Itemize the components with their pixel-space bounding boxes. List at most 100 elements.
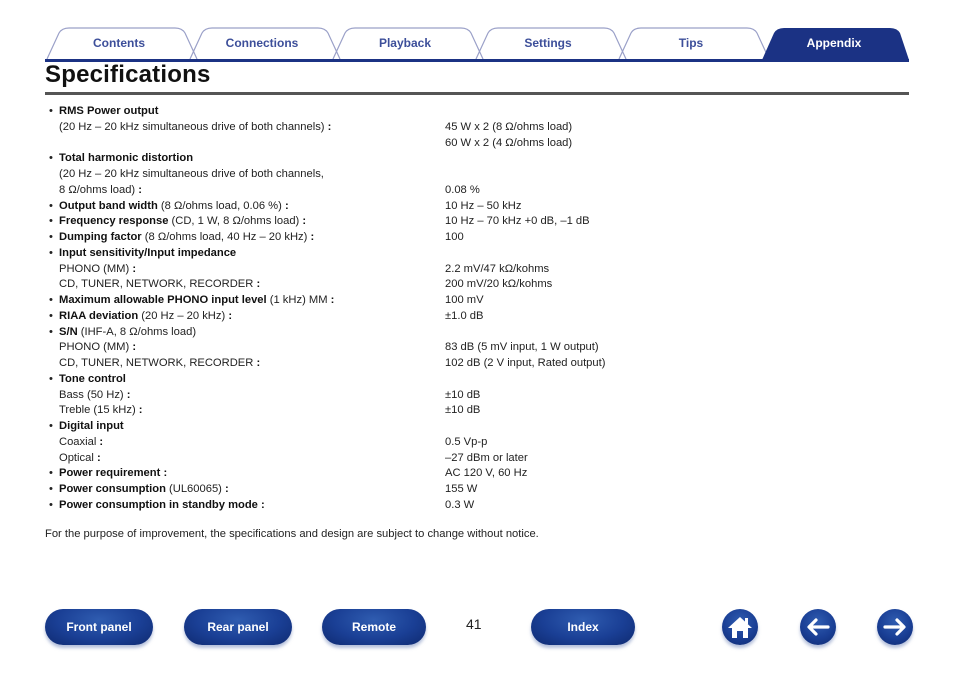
- bullet-icon: •: [49, 420, 53, 432]
- colon: :: [138, 183, 142, 196]
- colon: :: [228, 309, 233, 322]
- spec-sublabel: PHONO (MM) :: [59, 341, 137, 354]
- tab-settings[interactable]: Settings: [484, 27, 612, 59]
- front-panel-button[interactable]: Front panel: [45, 609, 153, 645]
- spec-value: 60 W x 2 (4 Ω/ohms load): [445, 136, 573, 149]
- spec-label: Treble (15 kHz) :: [49, 403, 445, 419]
- spec-name: Maximum allowable PHONO input level: [59, 294, 267, 306]
- spec-row: • Dumping factor (8 Ω/ohms load, 40 Hz – …: [49, 230, 749, 246]
- spec-label: CD, TUNER, NETWORK, RECORDER :: [49, 277, 445, 293]
- spec-row: • Tone control: [49, 372, 749, 388]
- spec-row: • RIAA deviation (20 Hz – 20 kHz) : ±1.0 d…: [49, 309, 749, 325]
- spec-value: 10 Hz – 50 kHz: [445, 199, 522, 212]
- bullet-icon: •: [49, 105, 53, 117]
- bullet-icon: •: [49, 152, 53, 165]
- colon: :: [256, 357, 261, 369]
- colon: :: [132, 341, 137, 354]
- tab-contents[interactable]: Contents: [55, 27, 183, 59]
- spec-sublabel: CD, TUNER, NETWORK, RECORDER :: [59, 357, 261, 369]
- spec-condition: (8 Ω/ohms load, 40 Hz – 20 kHz) :: [141, 231, 315, 243]
- back-button[interactable]: [800, 609, 836, 645]
- spec-value: ±10 dB: [445, 404, 481, 417]
- spec-row: • Digital input: [49, 419, 749, 435]
- rear-panel-button[interactable]: Rear panel: [184, 609, 292, 645]
- spec-label: • Maximum allowable PHONO input level (1 …: [49, 293, 445, 309]
- spec-row: • Power requirement : AC 120 V, 60 Hz: [49, 466, 749, 482]
- colon: :: [99, 435, 104, 448]
- spec-label: [49, 136, 445, 152]
- spec-value: 83 dB (5 mV input, 1 W output): [445, 341, 599, 354]
- spec-row: Bass (50 Hz) : ±10 dB: [49, 388, 749, 404]
- spec-sublabel: (20 Hz – 20 kHz simultaneous drive of bo…: [59, 168, 324, 180]
- index-button[interactable]: Index: [531, 609, 635, 645]
- spec-label: CD, TUNER, NETWORK, RECORDER :: [49, 356, 445, 372]
- tab-bar: Contents Connections Playback Settings T…: [45, 27, 909, 62]
- spec-condition: (IHF-A, 8 Ω/ohms load): [77, 325, 197, 338]
- spec-name: S/N: [59, 325, 78, 338]
- spec-value: 100 mV: [445, 294, 484, 306]
- colon: :: [132, 262, 137, 275]
- spec-name: Total harmonic distortion: [59, 152, 194, 165]
- colon: :: [327, 120, 332, 133]
- colon: :: [330, 294, 335, 306]
- spec-sublabel: Optical :: [59, 451, 101, 464]
- spec-row: • Frequency response (CD, 1 W, 8 Ω/ohms l…: [49, 214, 749, 230]
- spec-label: Optical :: [49, 451, 445, 467]
- spec-value: 0.5 Vp-p: [445, 435, 488, 448]
- spec-value: 100: [445, 231, 464, 243]
- spec-label: • Dumping factor (8 Ω/ohms load, 40 Hz – …: [49, 230, 445, 246]
- tab-tips[interactable]: Tips: [627, 27, 755, 59]
- spec-name: Power requirement :: [59, 467, 168, 480]
- spec-sublabel: CD, TUNER, NETWORK, RECORDER :: [59, 278, 261, 291]
- spec-row: Optical : –27 dBm or later: [49, 451, 749, 467]
- spec-name: Dumping factor: [59, 231, 142, 243]
- spec-label: PHONO (MM) :: [49, 262, 445, 278]
- spec-label: • Power consumption in standby mode :: [49, 498, 445, 514]
- bullet-icon: •: [49, 231, 53, 243]
- title-divider: [45, 92, 909, 95]
- spec-value: 200 mV/20 kΩ/kohms: [445, 278, 553, 291]
- spec-value: 0.08 %: [445, 183, 480, 196]
- tab-playback[interactable]: Playback: [341, 27, 469, 59]
- spec-value: 102 dB (2 V input, Rated output): [445, 357, 606, 369]
- spec-row: • Maximum allowable PHONO input level (1 …: [49, 293, 749, 309]
- spec-name: Output band width: [59, 199, 158, 212]
- tab-connections[interactable]: Connections: [198, 27, 326, 59]
- forward-button[interactable]: [877, 609, 913, 645]
- spec-name: Power consumption in standby mode :: [59, 498, 265, 511]
- colon: :: [96, 451, 101, 464]
- bullet-icon: •: [49, 372, 53, 385]
- spec-label: • Frequency response (CD, 1 W, 8 Ω/ohms l…: [49, 214, 445, 230]
- spec-row: PHONO (MM) : 83 dB (5 mV input, 1 W outpu…: [49, 340, 749, 356]
- arrow-left-icon: [807, 618, 830, 636]
- colon: :: [256, 278, 261, 291]
- spec-label: Coaxial :: [49, 435, 445, 451]
- spec-value: –27 dBm or later: [445, 451, 528, 464]
- colon: :: [302, 215, 307, 228]
- spec-sublabel: PHONO (MM) :: [59, 262, 137, 275]
- spec-row: • S/N (IHF-A, 8 Ω/ohms load): [49, 325, 749, 341]
- spec-label: (20 Hz – 20 kHz simultaneous drive of bo…: [49, 120, 445, 136]
- bullet-icon: •: [49, 325, 53, 338]
- spec-name: Power consumption: [59, 483, 166, 495]
- colon: :: [225, 483, 229, 495]
- spec-row: 60 W x 2 (4 Ω/ohms load): [49, 136, 749, 152]
- spec-row: • RMS Power output: [49, 104, 749, 120]
- spec-label: • Digital input: [49, 419, 445, 435]
- spec-sublabel: 8 Ω/ohms load) :: [59, 183, 142, 196]
- remote-button[interactable]: Remote: [322, 609, 426, 645]
- home-button[interactable]: [722, 609, 758, 645]
- spec-sublabel: (20 Hz – 20 kHz simultaneous drive of bo…: [59, 120, 332, 133]
- spec-name: Tone control: [59, 372, 126, 385]
- spec-label: PHONO (MM) :: [49, 340, 445, 356]
- spec-value: 45 W x 2 (8 Ω/ohms load): [445, 120, 573, 133]
- home-icon: [728, 617, 752, 638]
- tab-appendix[interactable]: Appendix: [770, 27, 898, 59]
- spec-sublabel: Bass (50 Hz) :: [59, 388, 131, 401]
- spec-condition: (UL60065) :: [165, 483, 229, 495]
- spec-label: • Total harmonic distortion: [49, 151, 445, 167]
- spec-name: RMS Power output: [59, 105, 159, 117]
- bullet-icon: •: [49, 467, 53, 480]
- spec-label: • Input sensitivity/Input impedance: [49, 246, 445, 262]
- page-title: Specifications: [45, 61, 211, 88]
